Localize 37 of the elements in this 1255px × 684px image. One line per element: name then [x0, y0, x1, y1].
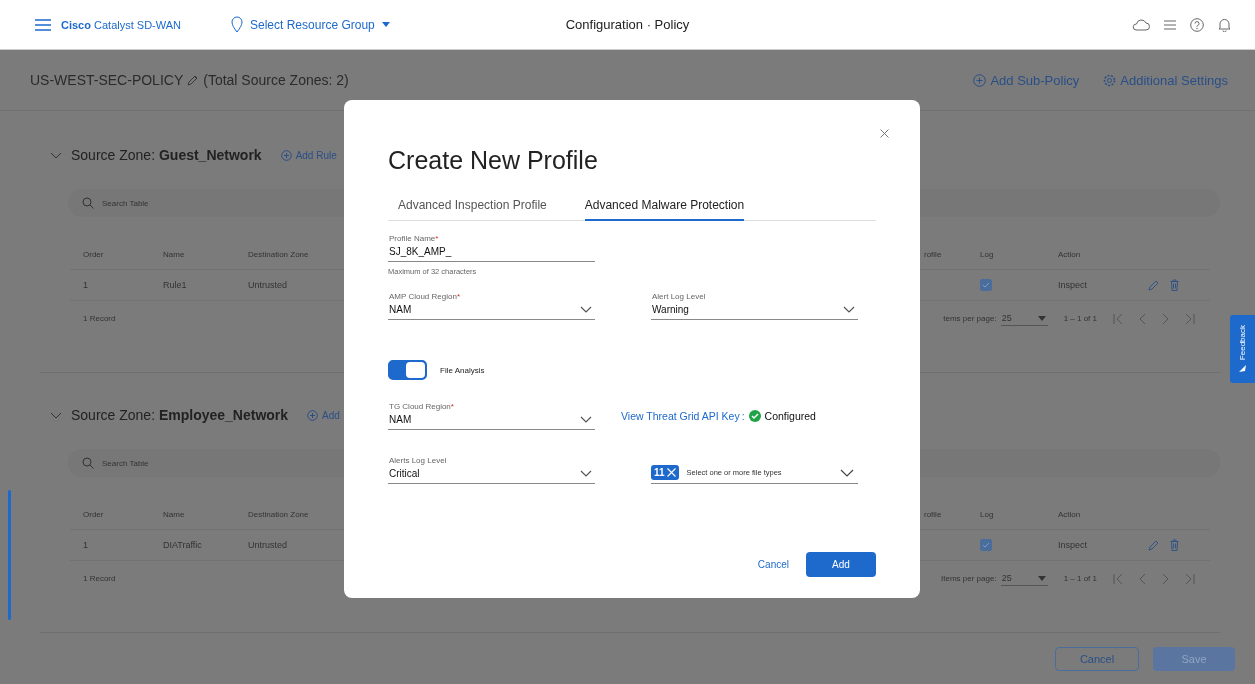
column-header: rofile [924, 249, 942, 259]
source-zone-heading: Source Zone: Employee_Network [71, 407, 289, 423]
table-cell: Untrusted [248, 280, 288, 290]
column-header: Destination Zone [248, 249, 309, 259]
field-label: AMP Cloud Region* [388, 292, 461, 301]
column-header: Name [163, 509, 185, 519]
field-label: Alerts Log Level [388, 456, 448, 465]
column-header: Name [163, 249, 185, 259]
record-count: 1 Record [83, 314, 116, 323]
policy-name: US-WEST-SEC-POLICY [30, 72, 184, 88]
record-count: 1 Record [83, 574, 116, 583]
status-text: Configured [764, 410, 816, 422]
column-header: Action [1058, 509, 1081, 519]
column-header: Log [980, 249, 994, 259]
table-cell: Rule1 [163, 280, 187, 290]
source-zone-count: (Total Source Zones: 2) [203, 72, 349, 88]
table-cell: Inspect [1058, 540, 1088, 550]
dialog-title: Create New Profile [388, 146, 599, 175]
field-label: TG Cloud Region* [388, 402, 455, 411]
table-cell: 1 [83, 540, 88, 550]
page-title: Configuration · Policy [565, 17, 690, 32]
product-name: Cisco Catalyst SD-WAN [61, 18, 181, 31]
column-header: Order [83, 249, 104, 259]
column-header: rofile [924, 509, 942, 519]
field-label: Profile Name* [388, 234, 440, 243]
table-cell: 1 [83, 280, 88, 290]
source-zone-heading: Source Zone: Guest_Network [71, 147, 262, 163]
table-cell: Inspect [1058, 280, 1088, 290]
table-cell: DIATraffic [163, 540, 202, 550]
column-header: Action [1058, 249, 1081, 259]
toggle-label: File Analysis [440, 365, 485, 375]
column-header: Log [980, 509, 994, 519]
table-cell: Untrusted [248, 540, 288, 550]
column-header: Destination Zone [248, 509, 309, 519]
column-header: Order [83, 509, 104, 519]
field-label: Alert Log Level [651, 292, 707, 301]
separator-text: : [741, 410, 745, 422]
